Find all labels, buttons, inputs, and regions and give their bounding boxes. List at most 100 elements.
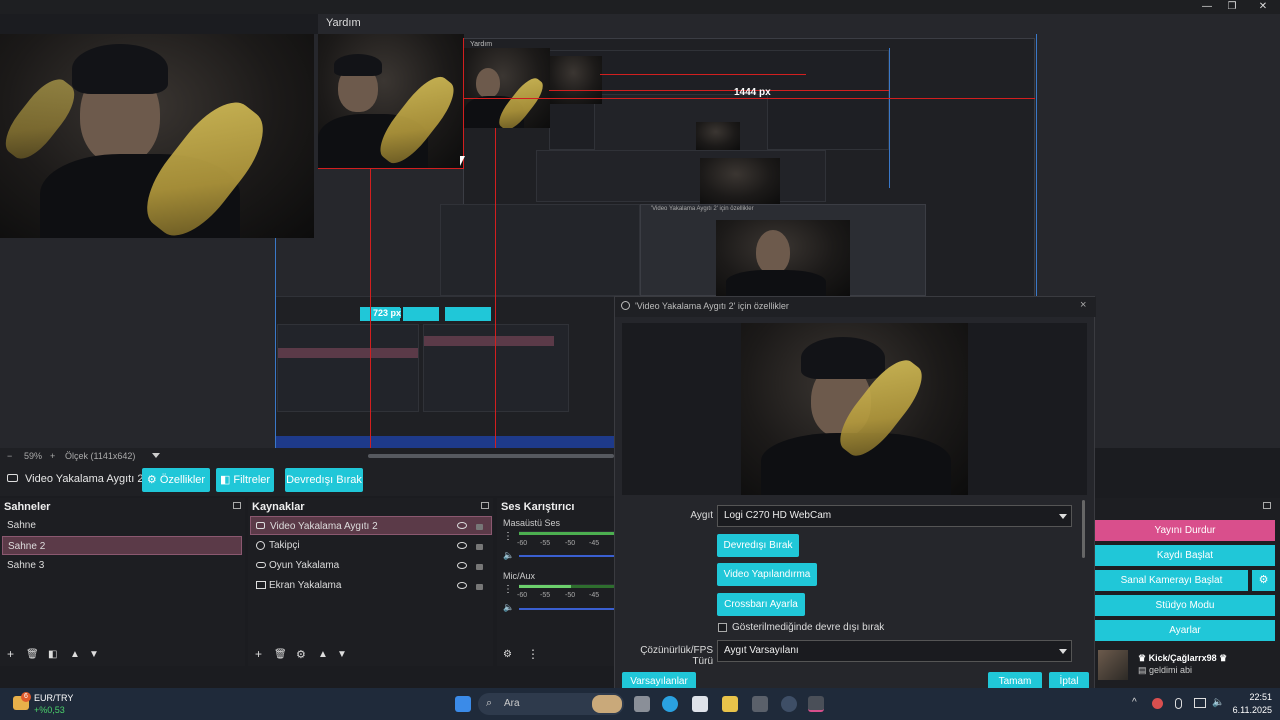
source-settings-gear-icon[interactable]: ⚙ — [296, 648, 306, 661]
nested-scene-selected — [278, 348, 418, 358]
source-label: Oyun Yakalama — [269, 560, 340, 571]
move-scene-up-button[interactable]: ▲ — [70, 649, 80, 660]
obs-taskbar-icon[interactable] — [808, 696, 824, 712]
dock-undock-icon[interactable] — [481, 502, 489, 509]
windows-start-icon[interactable] — [455, 696, 471, 712]
deactivate-button[interactable]: Devredışı Bırak — [285, 468, 363, 492]
move-scene-down-button[interactable]: ▼ — [89, 649, 99, 660]
crossbar-button[interactable]: Crossbarı Ayarla — [717, 593, 805, 616]
tray-app-icon[interactable] — [1152, 698, 1163, 709]
mixer-settings-gear-icon[interactable]: ⚙ — [503, 649, 512, 660]
preview-scrollbar[interactable] — [368, 454, 614, 458]
edge-icon[interactable] — [662, 696, 678, 712]
virtual-camera-gear-icon[interactable]: ⚙ — [1252, 570, 1275, 591]
speaker-icon[interactable]: 🔈 — [503, 602, 514, 613]
menu-help[interactable]: Yardım — [326, 17, 361, 29]
scene-filters-button[interactable]: ◧ — [48, 649, 57, 660]
mixer-menu-icon[interactable]: ⋮ — [503, 584, 513, 595]
meter-level-mic — [519, 585, 571, 588]
source-item[interactable]: Oyun Yakalama — [250, 556, 492, 575]
lock-icon[interactable] — [476, 584, 483, 590]
mixer-menu-icon[interactable]: ⋮ — [503, 531, 513, 542]
camera-icon — [7, 474, 18, 482]
source-toolbar: Video Yakalama Aygıtı 2 ⚙ Özellikler ◧ F… — [0, 464, 614, 496]
microphone-icon[interactable] — [1175, 698, 1182, 709]
source-item[interactable]: Takipçi — [250, 536, 492, 555]
visibility-eye-icon[interactable] — [457, 562, 467, 569]
file-explorer-icon[interactable] — [722, 696, 738, 712]
visibility-eye-icon[interactable] — [457, 542, 467, 549]
maximize-button[interactable]: ❐ — [1215, 0, 1249, 14]
store-icon[interactable] — [692, 696, 708, 712]
volume-fader-desktop[interactable] — [519, 555, 614, 557]
filters-button[interactable]: ◧ Filtreler — [216, 468, 274, 492]
volume-fader-mic[interactable] — [519, 608, 614, 610]
taskbar: 6 EUR/TRY +%0,53 ⌕ Ara ^ 🔈 22:51 6.11.20… — [0, 688, 1280, 720]
stop-stream-button[interactable]: Yayını Durdur — [1095, 520, 1275, 541]
remove-scene-button[interactable]: 🗑 — [26, 649, 39, 660]
close-button[interactable]: ✕ — [1246, 0, 1280, 14]
app-icon[interactable] — [752, 696, 768, 712]
remove-source-button[interactable]: 🗑 — [274, 649, 287, 660]
measure-line-v3 — [495, 128, 496, 448]
dialog-scrollbar[interactable] — [1082, 500, 1085, 558]
settings-button[interactable]: Ayarlar — [1095, 620, 1275, 641]
tray-expand-icon[interactable]: ^ — [1132, 697, 1137, 708]
dialog-close-icon[interactable]: × — [1080, 299, 1086, 311]
source-item-selected[interactable]: Video Yakalama Aygıtı 2 — [250, 516, 492, 535]
scene-item[interactable]: Sahne — [2, 516, 242, 535]
measure-line-h3 — [549, 90, 889, 91]
taskbar-search[interactable]: ⌕ Ara — [478, 693, 624, 715]
move-source-down-button[interactable]: ▼ — [337, 649, 347, 660]
studio-mode-button[interactable]: Stüdyo Modu — [1095, 595, 1275, 616]
nested-filter-button — [403, 307, 439, 321]
source-item[interactable]: Ekran Yakalama — [250, 576, 492, 595]
scene-item-selected[interactable]: Sahne 2 — [2, 536, 242, 555]
start-recording-button[interactable]: Kaydı Başlat — [1095, 545, 1275, 566]
scale-dropdown-icon[interactable] — [152, 453, 160, 458]
menu-bar: Yardım — [318, 14, 1280, 34]
lock-icon[interactable] — [476, 544, 483, 550]
sources-dock: Kaynaklar Video Yakalama Aygıtı 2 Takipç… — [248, 498, 493, 644]
add-scene-button[interactable]: + — [7, 647, 14, 661]
search-highlight-icon — [592, 695, 622, 713]
canvas-edge-inner — [889, 48, 890, 188]
nested-frame-3 — [594, 94, 768, 154]
meter-tick: -60 — [517, 540, 528, 547]
chat-username: ♛ Kick/Çağlarrx98 ♛ — [1138, 653, 1228, 663]
mixer-channel-desktop: Masaüstü Ses — [503, 518, 561, 528]
mixer-more-icon[interactable]: ⋮ — [527, 647, 539, 661]
measure-line-h2 — [463, 98, 1035, 99]
scene-item[interactable]: Sahne 3 — [2, 556, 242, 575]
clock-time[interactable]: 22:51 — [1240, 692, 1272, 702]
volume-icon[interactable]: 🔈 — [1212, 697, 1224, 708]
network-icon[interactable] — [1194, 698, 1206, 708]
nested-source-selected — [424, 336, 554, 346]
webcam-source-nested-5 — [700, 158, 780, 204]
zoom-out-button[interactable]: − — [7, 451, 12, 461]
task-view-icon[interactable] — [634, 696, 650, 712]
device-select[interactable]: Logi C270 HD WebCam — [717, 505, 1072, 527]
webcam-source-main[interactable] — [0, 34, 314, 238]
visibility-eye-icon[interactable] — [457, 582, 467, 589]
steam-icon[interactable] — [781, 696, 797, 712]
hide-deactivate-checkbox[interactable] — [718, 623, 727, 632]
meter-tick: -45 — [589, 540, 600, 547]
start-virtual-camera-button[interactable]: Sanal Kamerayı Başlat — [1095, 570, 1248, 591]
visibility-eye-icon[interactable] — [457, 522, 467, 529]
add-source-button[interactable]: + — [255, 647, 262, 661]
measure-label-1444: 1444 px — [734, 87, 771, 98]
properties-button[interactable]: ⚙ Özellikler — [142, 468, 210, 492]
device-deactivate-button[interactable]: Devredışı Bırak — [717, 534, 799, 557]
video-config-button[interactable]: Video Yapılandırma — [717, 563, 817, 586]
dock-undock-icon[interactable] — [233, 502, 241, 509]
clock-date[interactable]: 6.11.2025 — [1226, 705, 1272, 715]
measure-line-v2 — [463, 38, 464, 168]
move-source-up-button[interactable]: ▲ — [318, 649, 328, 660]
zoom-in-button[interactable]: + — [50, 451, 55, 461]
lock-icon[interactable] — [476, 524, 483, 530]
lock-icon[interactable] — [476, 564, 483, 570]
resolution-select[interactable]: Aygıt Varsayılanı — [717, 640, 1072, 662]
dock-undock-icon[interactable] — [1263, 502, 1271, 509]
speaker-icon[interactable]: 🔈 — [503, 550, 514, 561]
